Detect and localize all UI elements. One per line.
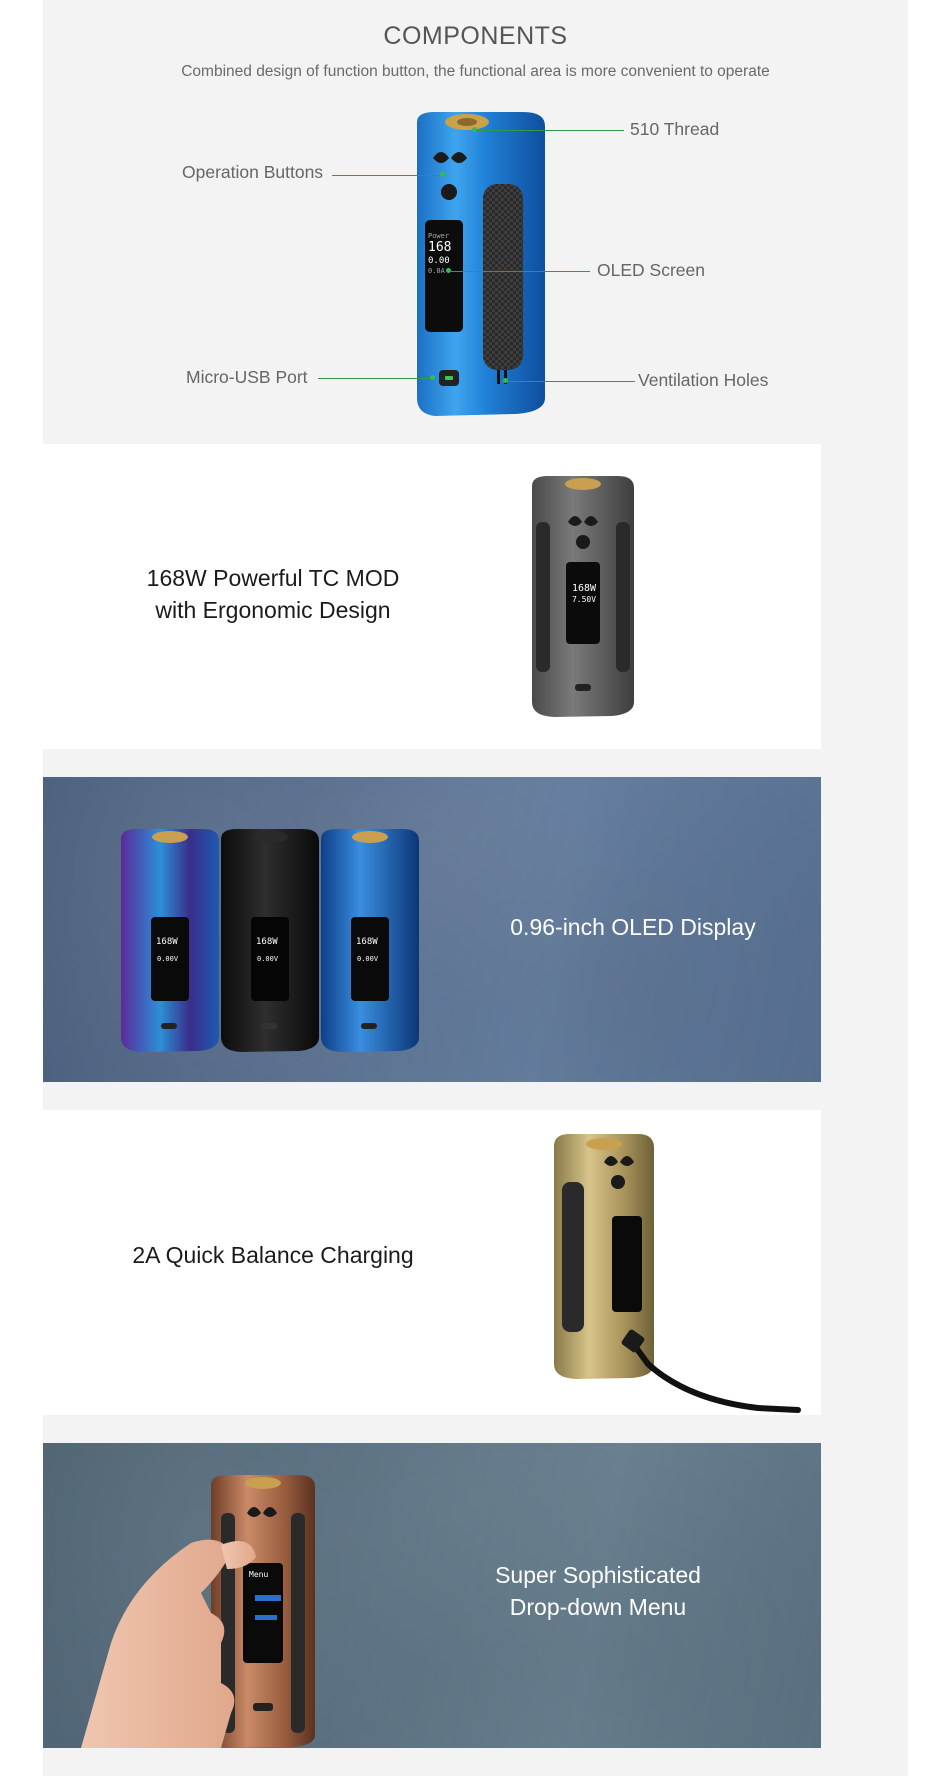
screen-mode: Power	[428, 232, 450, 240]
feature-menu-line2: Drop-down Menu	[509, 1594, 687, 1620]
feature-tc-mod-text: 168W Powerful TC MOD with Ergonomic Desi…	[133, 562, 413, 626]
callout-ventilation-holes: Ventilation Holes	[638, 370, 769, 390]
feature-tc-mod-line2: with Ergonomic Design	[155, 597, 391, 623]
buttons-leader	[332, 175, 442, 176]
screen-line2: 0.00	[428, 255, 450, 266]
feature-menu-text: Super Sophisticated Drop-down Menu	[448, 1559, 748, 1623]
mod3-screen-volt: 0.00V	[357, 955, 379, 963]
feature-charging-text: 2A Quick Balance Charging	[132, 1242, 414, 1268]
feature-menu-line1: Super Sophisticated	[495, 1562, 701, 1588]
copper-mod-in-hand-image	[81, 1475, 315, 1748]
thread-leader	[476, 130, 624, 131]
callout-operation-buttons: Operation Buttons	[182, 162, 324, 182]
mod3-screen-value: 168W	[356, 937, 378, 947]
mod-screen-text: Power 168 0.00 0.0A	[428, 232, 460, 275]
gray-screen-value: 168W	[571, 583, 597, 594]
callout-510-thread: 510 Thread	[630, 119, 720, 139]
feature-panel-oled: 168W 0.00V 168W 0.00V 168W 0.00V 0.96-in…	[43, 777, 821, 1082]
mod1-screen-volt: 0.00V	[157, 955, 179, 963]
screen-leader	[450, 271, 590, 272]
components-subtitle: Combined design of function button, the …	[181, 63, 770, 80]
feature-oled-text: 0.96-inch OLED Display	[510, 914, 756, 940]
feature-panel-menu: Menu Super Sophisticated Drop-down Menu	[43, 1443, 821, 1748]
copper-screen-menu-title: Menu	[249, 1570, 269, 1579]
buttons-dot	[440, 172, 445, 177]
mod1-screen-value: 168W	[156, 937, 178, 947]
feature-panel-charging: 2A Quick Balance Charging	[43, 1110, 821, 1415]
gray-screen-volt: 7.50V	[571, 595, 597, 604]
callout-oled-screen: OLED Screen	[597, 260, 705, 280]
gold-mod-image	[554, 1134, 801, 1413]
gray-mod-screen: 168W 7.50V	[569, 582, 599, 605]
callout-micro-usb-port: Micro-USB Port	[186, 367, 308, 387]
mod2-screen-volt: 0.00V	[257, 955, 279, 963]
usb-dot	[430, 375, 435, 380]
vent-leader	[507, 381, 635, 382]
components-title: COMPONENTS	[383, 22, 568, 50]
screen-value: 168	[428, 240, 452, 256]
feature-panel-tc-mod: 168W Powerful TC MOD with Ergonomic Desi…	[43, 444, 821, 749]
feature-tc-mod-line1: 168W Powerful TC MOD	[146, 565, 400, 591]
mod2-screen-value: 168W	[256, 937, 278, 947]
usb-leader	[318, 378, 432, 379]
